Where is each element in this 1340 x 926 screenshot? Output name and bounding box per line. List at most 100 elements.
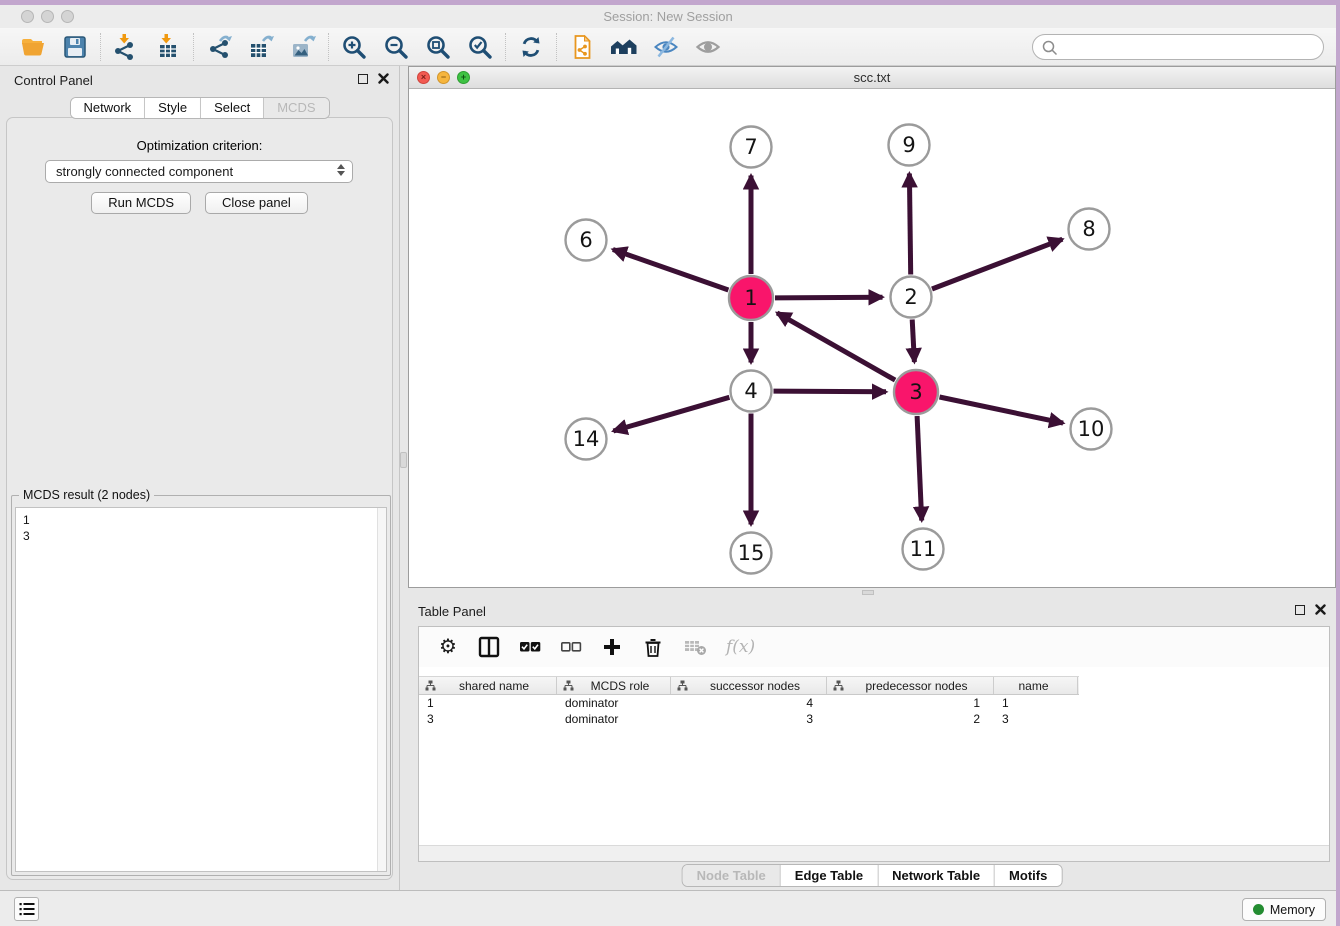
function-builder-button[interactable]: f(x) [726, 635, 755, 659]
column-header-successor-nodes[interactable]: successor nodes [671, 677, 827, 694]
window-minimize-button[interactable] [41, 10, 54, 23]
table-horizontal-scrollbar[interactable] [419, 845, 1329, 861]
float-panel-icon[interactable] [358, 74, 368, 84]
close-table-panel-icon[interactable] [1315, 604, 1326, 615]
graph-edge-2-8[interactable] [932, 239, 1062, 289]
vertical-splitter-handle[interactable] [400, 452, 407, 468]
add-row-button[interactable] [601, 635, 623, 659]
deselect-all-rows-button[interactable] [560, 635, 582, 659]
table-cell[interactable]: 3 [419, 711, 557, 727]
graph-node-7[interactable]: 7 [731, 127, 772, 168]
tab-edge-table[interactable]: Edge Table [780, 865, 877, 886]
table-cell[interactable]: dominator [557, 695, 671, 711]
hide-graphics-details-button[interactable] [651, 32, 681, 62]
table-cell[interactable]: dominator [557, 711, 671, 727]
table-row[interactable]: 3dominator323 [419, 711, 1079, 727]
graph-node-3[interactable]: 3 [894, 370, 938, 414]
column-header-name[interactable]: name [994, 677, 1078, 694]
home-button[interactable] [609, 32, 639, 62]
graph-edge-2-9[interactable] [909, 174, 910, 275]
graph-node-2[interactable]: 2 [891, 277, 932, 318]
run-mcds-button[interactable]: Run MCDS [91, 192, 191, 214]
graph-edge-2-3[interactable] [912, 320, 914, 363]
tab-network-table[interactable]: Network Table [877, 865, 994, 886]
graph-edge-4-3[interactable] [774, 391, 887, 392]
graph-node-1[interactable]: 1 [729, 276, 773, 320]
graph-node-8[interactable]: 8 [1069, 209, 1110, 250]
graph-node-9[interactable]: 9 [889, 125, 930, 166]
task-history-button[interactable] [14, 897, 39, 921]
network-minimize-button[interactable]: − [437, 71, 450, 84]
graph-node-14[interactable]: 14 [566, 419, 607, 460]
graph-node-10[interactable]: 10 [1071, 409, 1112, 450]
network-zoom-button[interactable]: + [457, 71, 470, 84]
column-header-shared-name[interactable]: shared name [419, 677, 557, 694]
open-session-button[interactable] [18, 32, 48, 62]
graph-edge-1-2[interactable] [775, 297, 883, 298]
table-cell[interactable]: 4 [671, 695, 827, 711]
window-close-button[interactable] [21, 10, 34, 23]
home-icon [610, 34, 638, 60]
export-image-button[interactable] [288, 32, 318, 62]
graph-edge-4-14[interactable] [613, 397, 729, 431]
memory-button[interactable]: Memory [1242, 898, 1326, 921]
graph-node-4[interactable]: 4 [731, 371, 772, 412]
export-network-button[interactable] [204, 32, 234, 62]
table-row[interactable]: 1dominator411 [419, 695, 1079, 711]
apply-layout-button[interactable] [516, 32, 546, 62]
table-cell[interactable]: 1 [419, 695, 557, 711]
delete-table-button[interactable] [683, 635, 707, 659]
save-session-button[interactable] [60, 32, 90, 62]
zoom-fit-button[interactable] [423, 32, 453, 62]
float-table-panel-icon[interactable] [1295, 605, 1305, 615]
zoom-in-button[interactable] [339, 32, 369, 62]
table-cell[interactable]: 3 [994, 711, 1078, 727]
import-table-button[interactable] [153, 32, 183, 62]
network-window-titlebar[interactable]: × − + scc.txt [409, 67, 1335, 89]
search-input[interactable] [1063, 37, 1323, 57]
delete-row-button[interactable] [642, 635, 664, 659]
search-field[interactable] [1032, 34, 1324, 60]
tab-select[interactable]: Select [200, 98, 263, 118]
checked-boxes-icon [519, 639, 541, 655]
select-all-rows-button[interactable] [519, 635, 541, 659]
graph-node-15[interactable]: 15 [731, 533, 772, 574]
show-graphics-details-button[interactable] [693, 32, 723, 62]
export-table-button[interactable] [246, 32, 276, 62]
graph-edge-3-10[interactable] [940, 397, 1064, 423]
table-settings-button[interactable]: ⚙ [437, 635, 459, 659]
table-cell[interactable]: 1 [827, 695, 994, 711]
table-cell[interactable]: 1 [994, 695, 1078, 711]
zoom-out-button[interactable] [381, 32, 411, 62]
tab-motifs[interactable]: Motifs [994, 865, 1061, 886]
column-header-predecessor-nodes[interactable]: predecessor nodes [827, 677, 994, 694]
close-panel-icon[interactable] [378, 73, 389, 84]
mcds-result-textarea[interactable]: 13 [15, 507, 387, 872]
optimization-criterion-select[interactable]: strongly connected component [45, 160, 353, 183]
import-network-button[interactable] [111, 32, 141, 62]
graph-edge-1-6[interactable] [613, 250, 729, 291]
import-network-icon [113, 34, 139, 60]
show-columns-button[interactable] [478, 635, 500, 659]
graph-edge-3-11[interactable] [917, 416, 922, 521]
tab-network[interactable]: Network [70, 98, 144, 118]
tab-mcds[interactable]: MCDS [263, 98, 328, 118]
horizontal-splitter[interactable] [401, 588, 1336, 597]
graph-node-11[interactable]: 11 [903, 529, 944, 570]
network-canvas[interactable]: 7 9 6 8 1 2 4 3 14 10 15 11 [409, 89, 1335, 587]
network-close-button[interactable]: × [417, 71, 430, 84]
horizontal-splitter-handle[interactable] [862, 590, 874, 595]
table-cell[interactable]: 2 [827, 711, 994, 727]
close-panel-button[interactable]: Close panel [205, 192, 308, 214]
network-document-button[interactable] [567, 32, 597, 62]
table-cell[interactable]: 3 [671, 711, 827, 727]
network-graph[interactable]: 7 9 6 8 1 2 4 3 14 10 15 11 [409, 89, 1335, 587]
tab-style[interactable]: Style [144, 98, 200, 118]
zoom-selected-button[interactable] [465, 32, 495, 62]
graph-node-6[interactable]: 6 [566, 220, 607, 261]
result-scrollbar[interactable] [377, 508, 386, 871]
graph-edge-3-1[interactable] [777, 313, 895, 380]
window-zoom-button[interactable] [61, 10, 74, 23]
column-header-mcds-role[interactable]: MCDS role [557, 677, 671, 694]
tab-node-table[interactable]: Node Table [683, 865, 780, 886]
